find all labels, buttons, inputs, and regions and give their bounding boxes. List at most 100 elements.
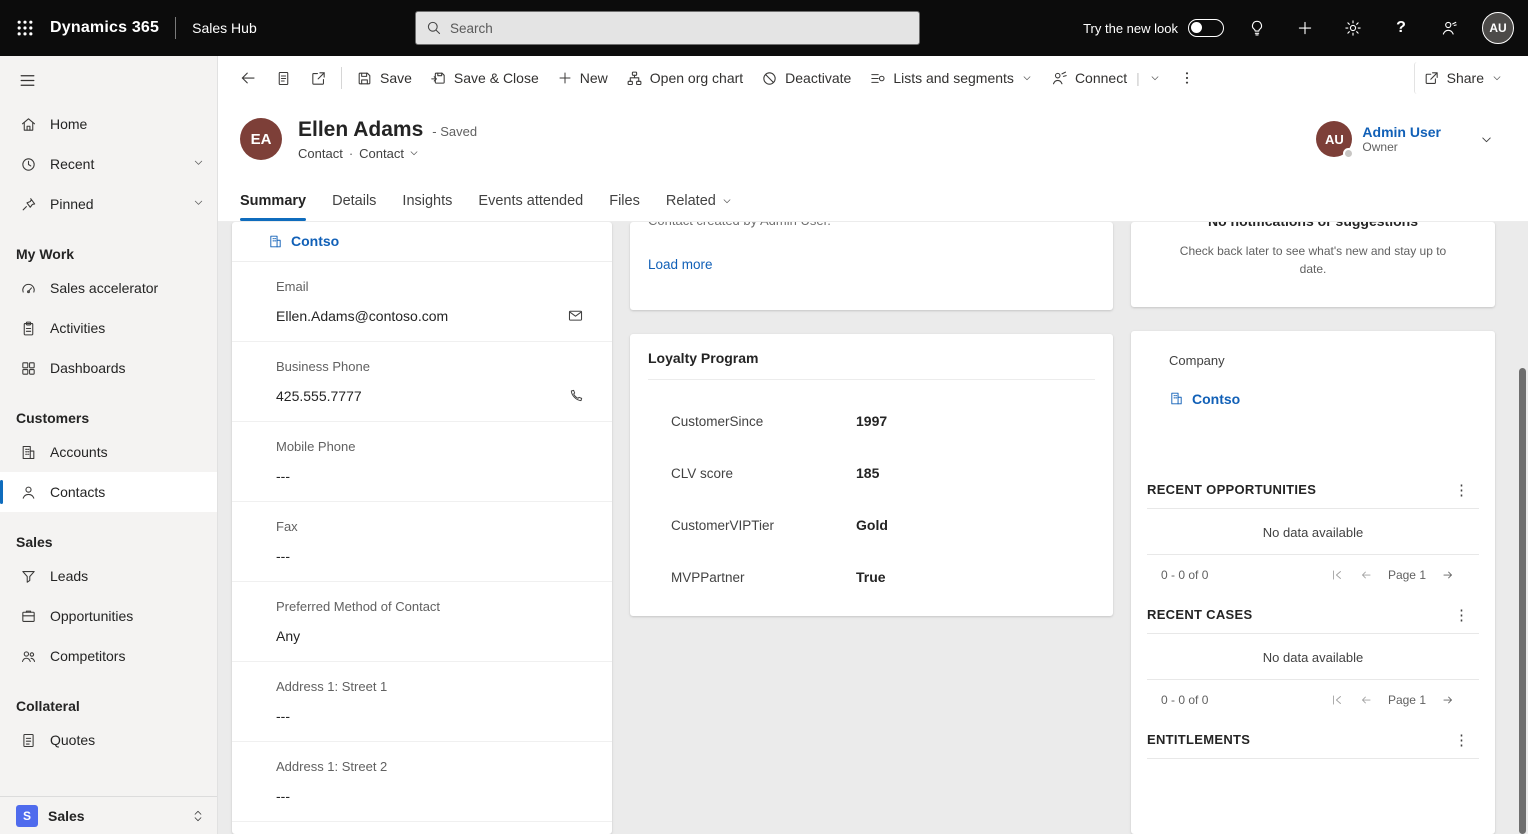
- popout-button[interactable]: [301, 62, 336, 94]
- sidebar-item-sales-accelerator[interactable]: Sales accelerator: [0, 268, 217, 308]
- dot-separator: [349, 146, 353, 161]
- sidebar-item-recent[interactable]: Recent: [0, 144, 217, 184]
- previous-page-button[interactable]: [1359, 568, 1373, 582]
- form-selector[interactable]: Contact: [359, 146, 420, 161]
- sidebar-group-sales: Sales: [0, 512, 217, 556]
- header-expand-button[interactable]: [1479, 132, 1494, 147]
- next-page-button[interactable]: [1441, 693, 1455, 707]
- page-indicator: Page 1: [1388, 693, 1426, 707]
- field-value[interactable]: ---: [276, 548, 290, 564]
- record-avatar-initials: EA: [251, 131, 272, 148]
- subgrid-pager: 0 - 0 of 0 Page 1: [1147, 680, 1479, 711]
- feedback-button[interactable]: [1434, 13, 1464, 43]
- form-switch-button[interactable]: [266, 62, 301, 94]
- chevron-down-icon[interactable]: [192, 156, 205, 172]
- chevron-down-icon: [408, 147, 420, 159]
- first-page-button[interactable]: [1330, 693, 1344, 707]
- field-value[interactable]: ---: [276, 708, 290, 724]
- connect-button[interactable]: Connect |: [1042, 62, 1170, 94]
- account-avatar[interactable]: AU: [1482, 12, 1514, 44]
- chevron-down-icon[interactable]: [1149, 72, 1161, 84]
- hub-title[interactable]: Sales Hub: [192, 20, 257, 36]
- field-mobile-phone: Mobile Phone ---: [232, 422, 612, 502]
- back-button[interactable]: [230, 62, 266, 94]
- tab-related[interactable]: Related: [666, 193, 733, 221]
- save-button[interactable]: Save: [347, 62, 421, 94]
- chevron-down-icon[interactable]: [192, 196, 205, 212]
- sidebar-item-quotes[interactable]: Quotes: [0, 720, 217, 760]
- save-and-close-button[interactable]: Save & Close: [421, 62, 548, 94]
- sidebar-item-dashboards[interactable]: Dashboards: [0, 348, 217, 388]
- deactivate-button[interactable]: Deactivate: [752, 62, 860, 94]
- tab-summary[interactable]: Summary: [240, 193, 306, 221]
- new-look-toggle[interactable]: Try the new look: [1083, 19, 1224, 37]
- record-avatar[interactable]: EA: [240, 118, 282, 160]
- field-value[interactable]: Any: [276, 628, 300, 644]
- tab-insights[interactable]: Insights: [402, 193, 452, 221]
- search-input[interactable]: [415, 11, 920, 45]
- field-value[interactable]: Ellen.Adams@contoso.com: [276, 308, 448, 324]
- quick-create-button[interactable]: [1290, 13, 1320, 43]
- waffle-icon: [15, 18, 35, 38]
- owner-field[interactable]: AU Admin User Owner: [1316, 121, 1441, 157]
- sidebar-item-leads[interactable]: Leads: [0, 556, 217, 596]
- more-options-icon[interactable]: ⋮: [1450, 481, 1473, 499]
- save-close-label: Save & Close: [454, 70, 539, 86]
- company-link[interactable]: Contso: [291, 233, 339, 249]
- first-page-button[interactable]: [1330, 568, 1344, 582]
- area-switcher[interactable]: S Sales: [0, 796, 217, 834]
- field-value[interactable]: 185: [856, 465, 879, 481]
- tab-events-attended[interactable]: Events attended: [478, 193, 583, 221]
- field-value[interactable]: 1997: [856, 413, 887, 429]
- app-launcher-button[interactable]: [0, 0, 50, 56]
- assistant-card: No notifications or suggestions Check ba…: [1131, 222, 1495, 307]
- sidebar-item-contacts[interactable]: Contacts: [0, 472, 217, 512]
- sidebar-item-label: Dashboards: [50, 360, 126, 376]
- phone-icon[interactable]: [568, 388, 584, 404]
- email-icon[interactable]: [567, 307, 584, 324]
- company-link-row[interactable]: Contso: [1147, 391, 1479, 407]
- sidebar-group-collateral: Collateral: [0, 676, 217, 720]
- sitemap-collapse-button[interactable]: [0, 56, 217, 104]
- sidebar-item-opportunities[interactable]: Opportunities: [0, 596, 217, 636]
- tab-details[interactable]: Details: [332, 193, 376, 221]
- field-value[interactable]: ---: [276, 788, 290, 804]
- more-commands-button[interactable]: [1170, 62, 1204, 94]
- app-title[interactable]: Dynamics 365: [50, 19, 159, 37]
- toggle-switch[interactable]: [1188, 19, 1224, 37]
- new-button[interactable]: New: [548, 62, 617, 94]
- open-org-chart-button[interactable]: Open org chart: [617, 62, 752, 94]
- sidebar-item-competitors[interactable]: Competitors: [0, 636, 217, 676]
- company-link[interactable]: Contso: [1192, 391, 1240, 407]
- deactivate-label: Deactivate: [785, 70, 851, 86]
- next-page-button[interactable]: [1441, 568, 1455, 582]
- form-tabs: Summary Details Insights Events attended…: [218, 178, 1528, 222]
- lists-segments-button[interactable]: Lists and segments: [860, 62, 1042, 94]
- more-options-icon[interactable]: ⋮: [1450, 606, 1473, 624]
- record-header: EA Ellen Adams - Saved Contact Contact: [218, 100, 1528, 178]
- field-value[interactable]: True: [856, 569, 886, 585]
- subgrid-title: RECENT CASES: [1147, 607, 1252, 622]
- more-options-icon[interactable]: ⋮: [1450, 731, 1473, 749]
- share-button[interactable]: Share: [1414, 62, 1512, 94]
- owner-name[interactable]: Admin User: [1362, 124, 1441, 140]
- suggestions-button[interactable]: [1242, 13, 1272, 43]
- help-button[interactable]: ?: [1386, 13, 1416, 43]
- settings-button[interactable]: [1338, 13, 1368, 43]
- sidebar-item-home[interactable]: Home: [0, 104, 217, 144]
- vertical-scrollbar[interactable]: [1519, 368, 1526, 834]
- previous-page-button[interactable]: [1359, 693, 1373, 707]
- load-more-link[interactable]: Load more: [648, 257, 713, 272]
- sidebar-item-pinned[interactable]: Pinned: [0, 184, 217, 224]
- sidebar-item-accounts[interactable]: Accounts: [0, 432, 217, 472]
- timeline-entry: Contact created by Admin User.: [648, 222, 1095, 228]
- field-value[interactable]: ---: [276, 468, 290, 484]
- lists-segments-label: Lists and segments: [893, 70, 1014, 86]
- company-name-field[interactable]: Contso: [232, 222, 612, 262]
- sidebar-item-activities[interactable]: Activities: [0, 308, 217, 348]
- field-value[interactable]: 425.555.7777: [276, 388, 362, 404]
- contact-icon: [20, 484, 37, 501]
- split-divider: |: [1136, 70, 1140, 86]
- tab-files[interactable]: Files: [609, 193, 640, 221]
- field-value[interactable]: Gold: [856, 517, 888, 533]
